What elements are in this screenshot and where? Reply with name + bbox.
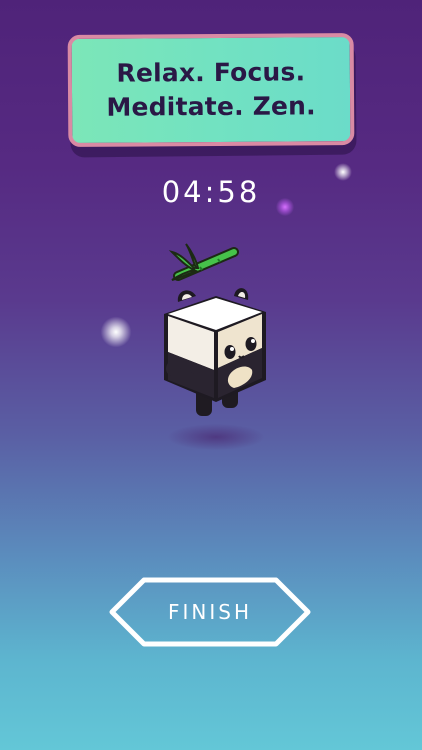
- countdown-timer: 04:58: [161, 175, 261, 209]
- finish-button[interactable]: FINISH: [108, 576, 312, 648]
- bamboo-icon: [168, 243, 239, 281]
- meditation-screen: Relax. Focus. Meditate. Zen. 04:58 FINIS…: [0, 0, 422, 750]
- sparkle-icon: [100, 316, 132, 348]
- sparkle-icon: [276, 198, 294, 216]
- banner-text: Relax. Focus. Meditate. Zen.: [106, 55, 316, 124]
- finish-label: FINISH: [168, 600, 252, 624]
- sparkle-icon: [334, 163, 352, 181]
- banner-line-1: Relax. Focus.: [116, 57, 306, 88]
- title-banner: Relax. Focus. Meditate. Zen.: [67, 33, 355, 147]
- banner-line-2: Meditate. Zen.: [106, 91, 316, 122]
- panda-icon: [164, 243, 266, 416]
